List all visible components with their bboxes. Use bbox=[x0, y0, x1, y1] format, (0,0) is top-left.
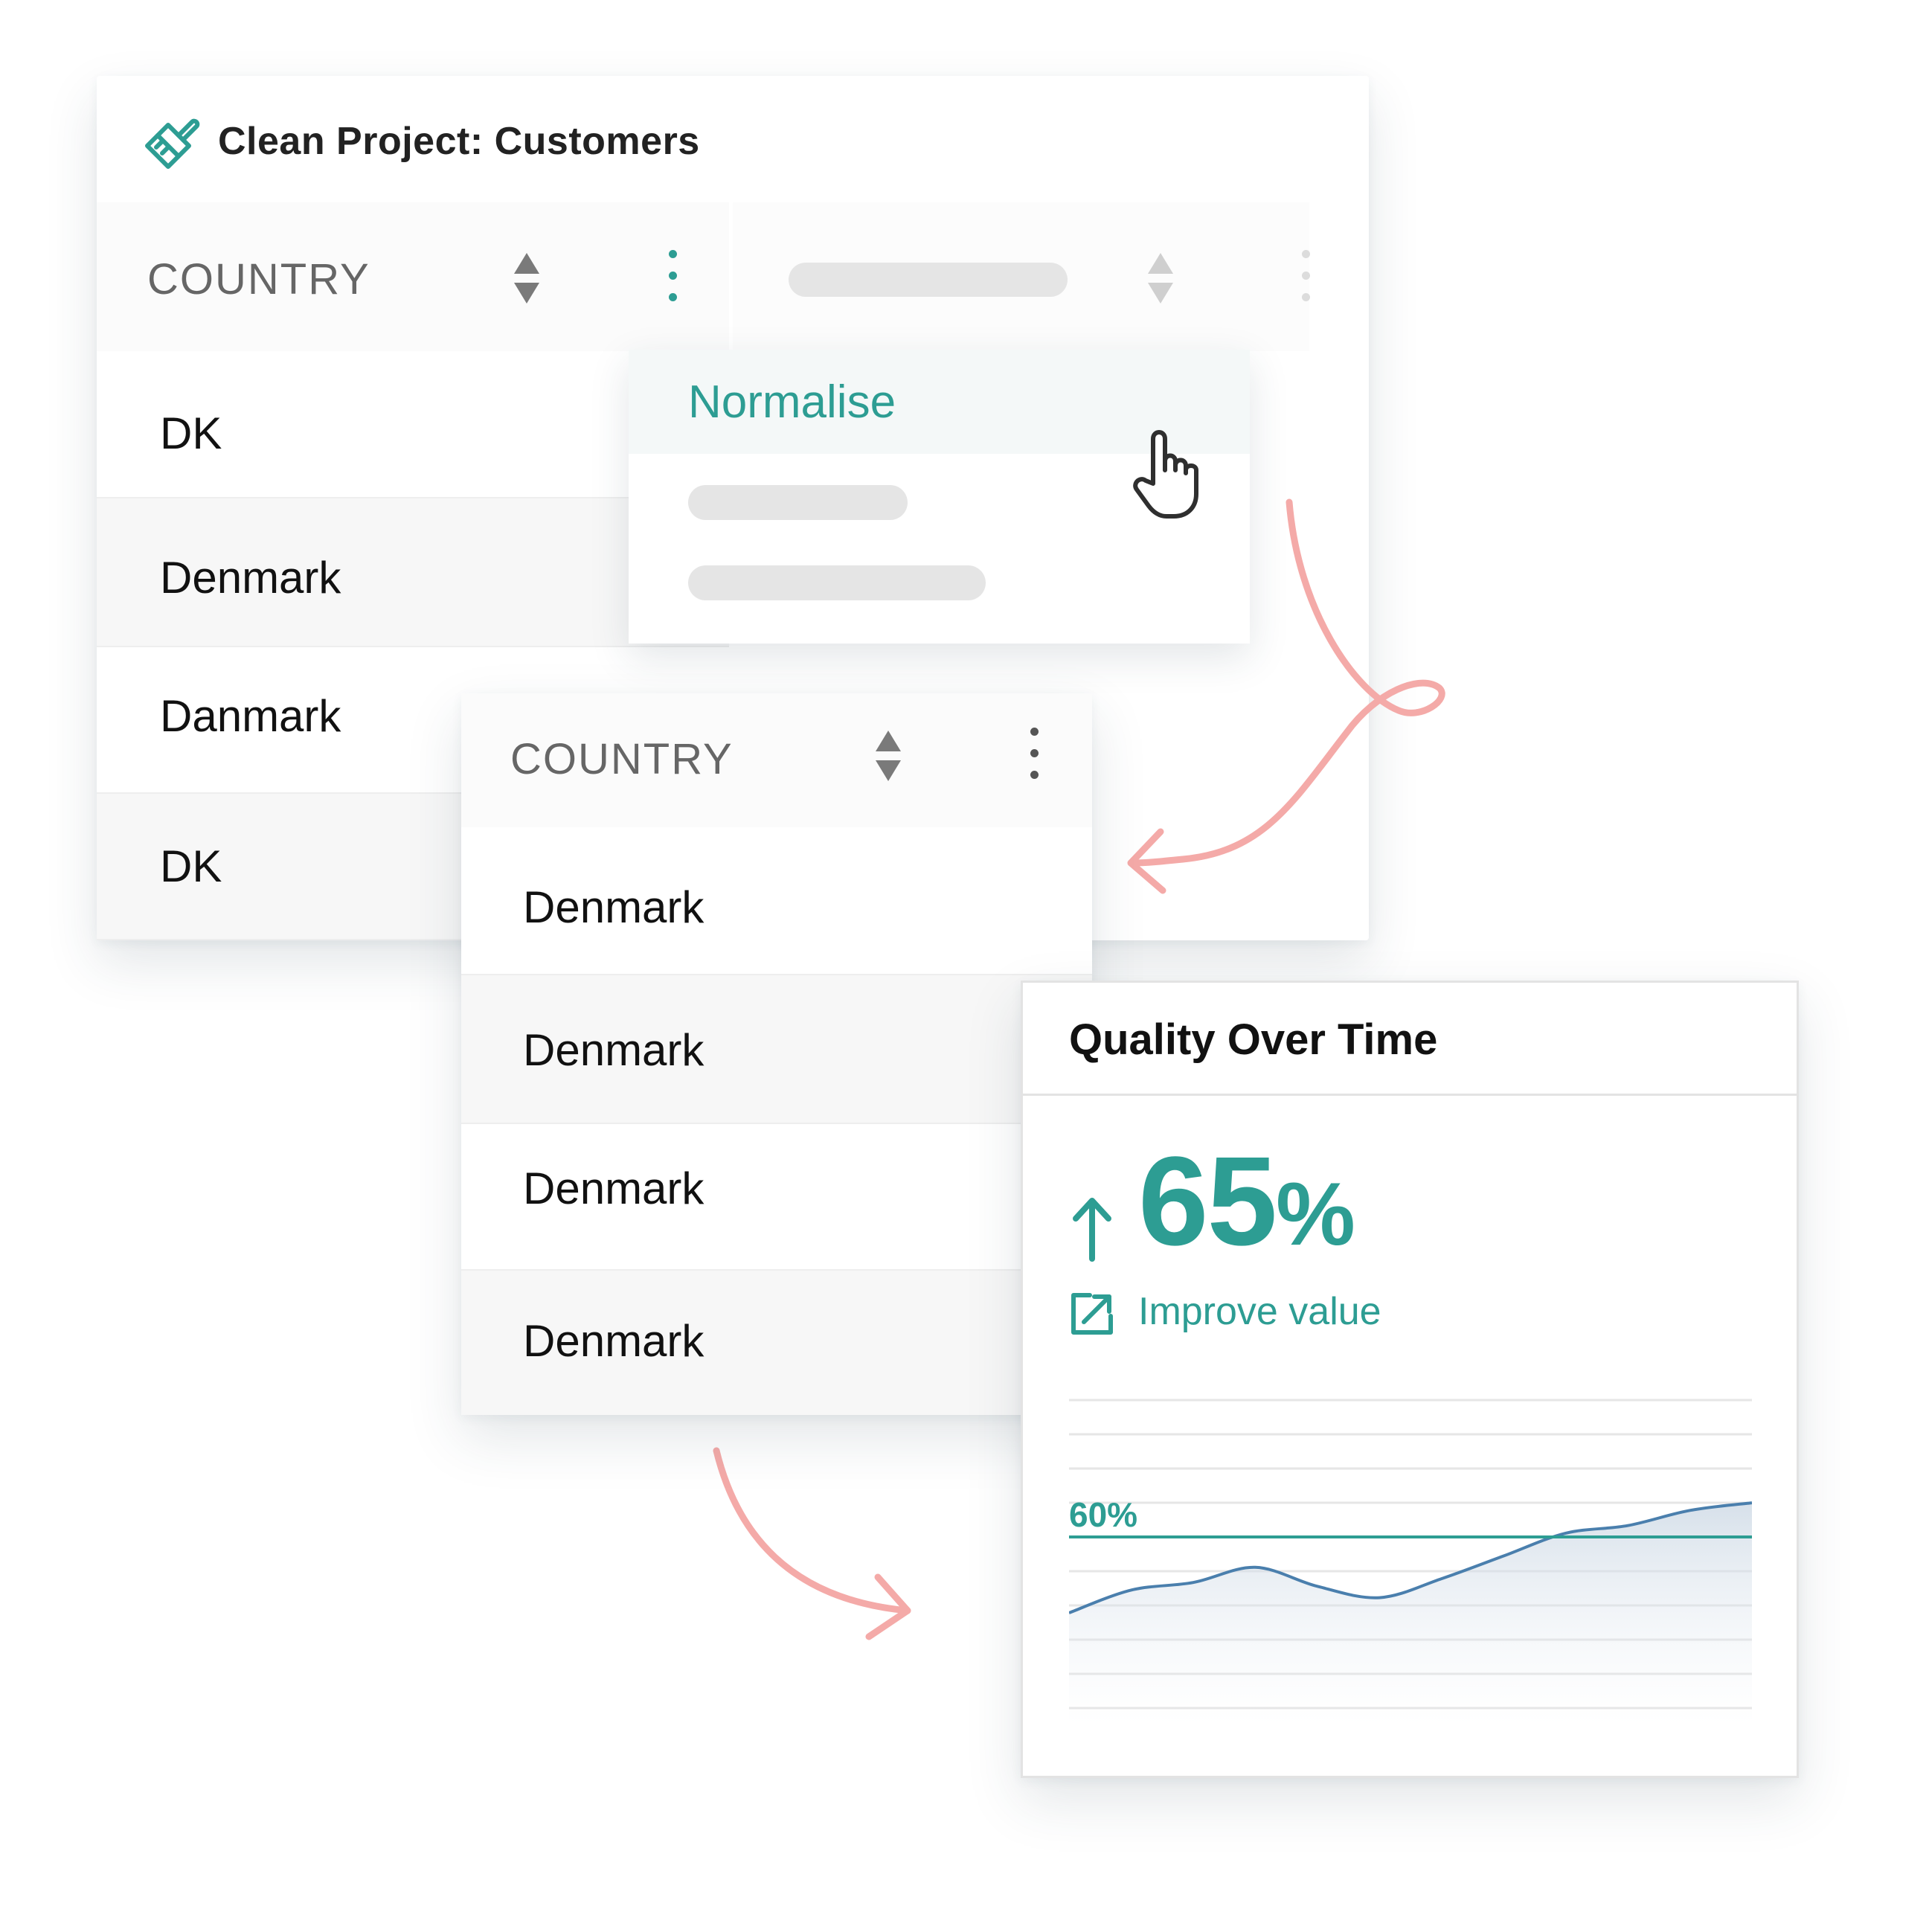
sort-icon[interactable] bbox=[874, 729, 902, 783]
card-divider bbox=[1021, 1094, 1799, 1096]
chart-threshold-label: 60% bbox=[1069, 1495, 1137, 1534]
quality-chart: 60% bbox=[1069, 1399, 1752, 1726]
table-cell: Denmark bbox=[523, 1025, 704, 1075]
quality-value-number: 65 bbox=[1138, 1131, 1277, 1272]
table-cell: Denmark bbox=[523, 1164, 704, 1213]
quality-title: Quality Over Time bbox=[1069, 1015, 1438, 1064]
external-link-icon[interactable] bbox=[1069, 1291, 1115, 1337]
column-header-label: COUNTRY bbox=[510, 735, 734, 783]
improve-value-link[interactable]: Improve value bbox=[1138, 1289, 1381, 1334]
quality-value: 65% bbox=[1138, 1138, 1355, 1265]
column-menu-icon[interactable] bbox=[1030, 728, 1039, 792]
arrow-to-normalised bbox=[1131, 498, 1445, 867]
arrow-up-icon bbox=[1073, 1198, 1111, 1262]
quality-value-unit: % bbox=[1276, 1164, 1355, 1264]
table-cell: Denmark bbox=[523, 1316, 704, 1366]
table-cell: Denmark bbox=[523, 882, 704, 932]
arrow-to-quality bbox=[713, 1447, 911, 1614]
